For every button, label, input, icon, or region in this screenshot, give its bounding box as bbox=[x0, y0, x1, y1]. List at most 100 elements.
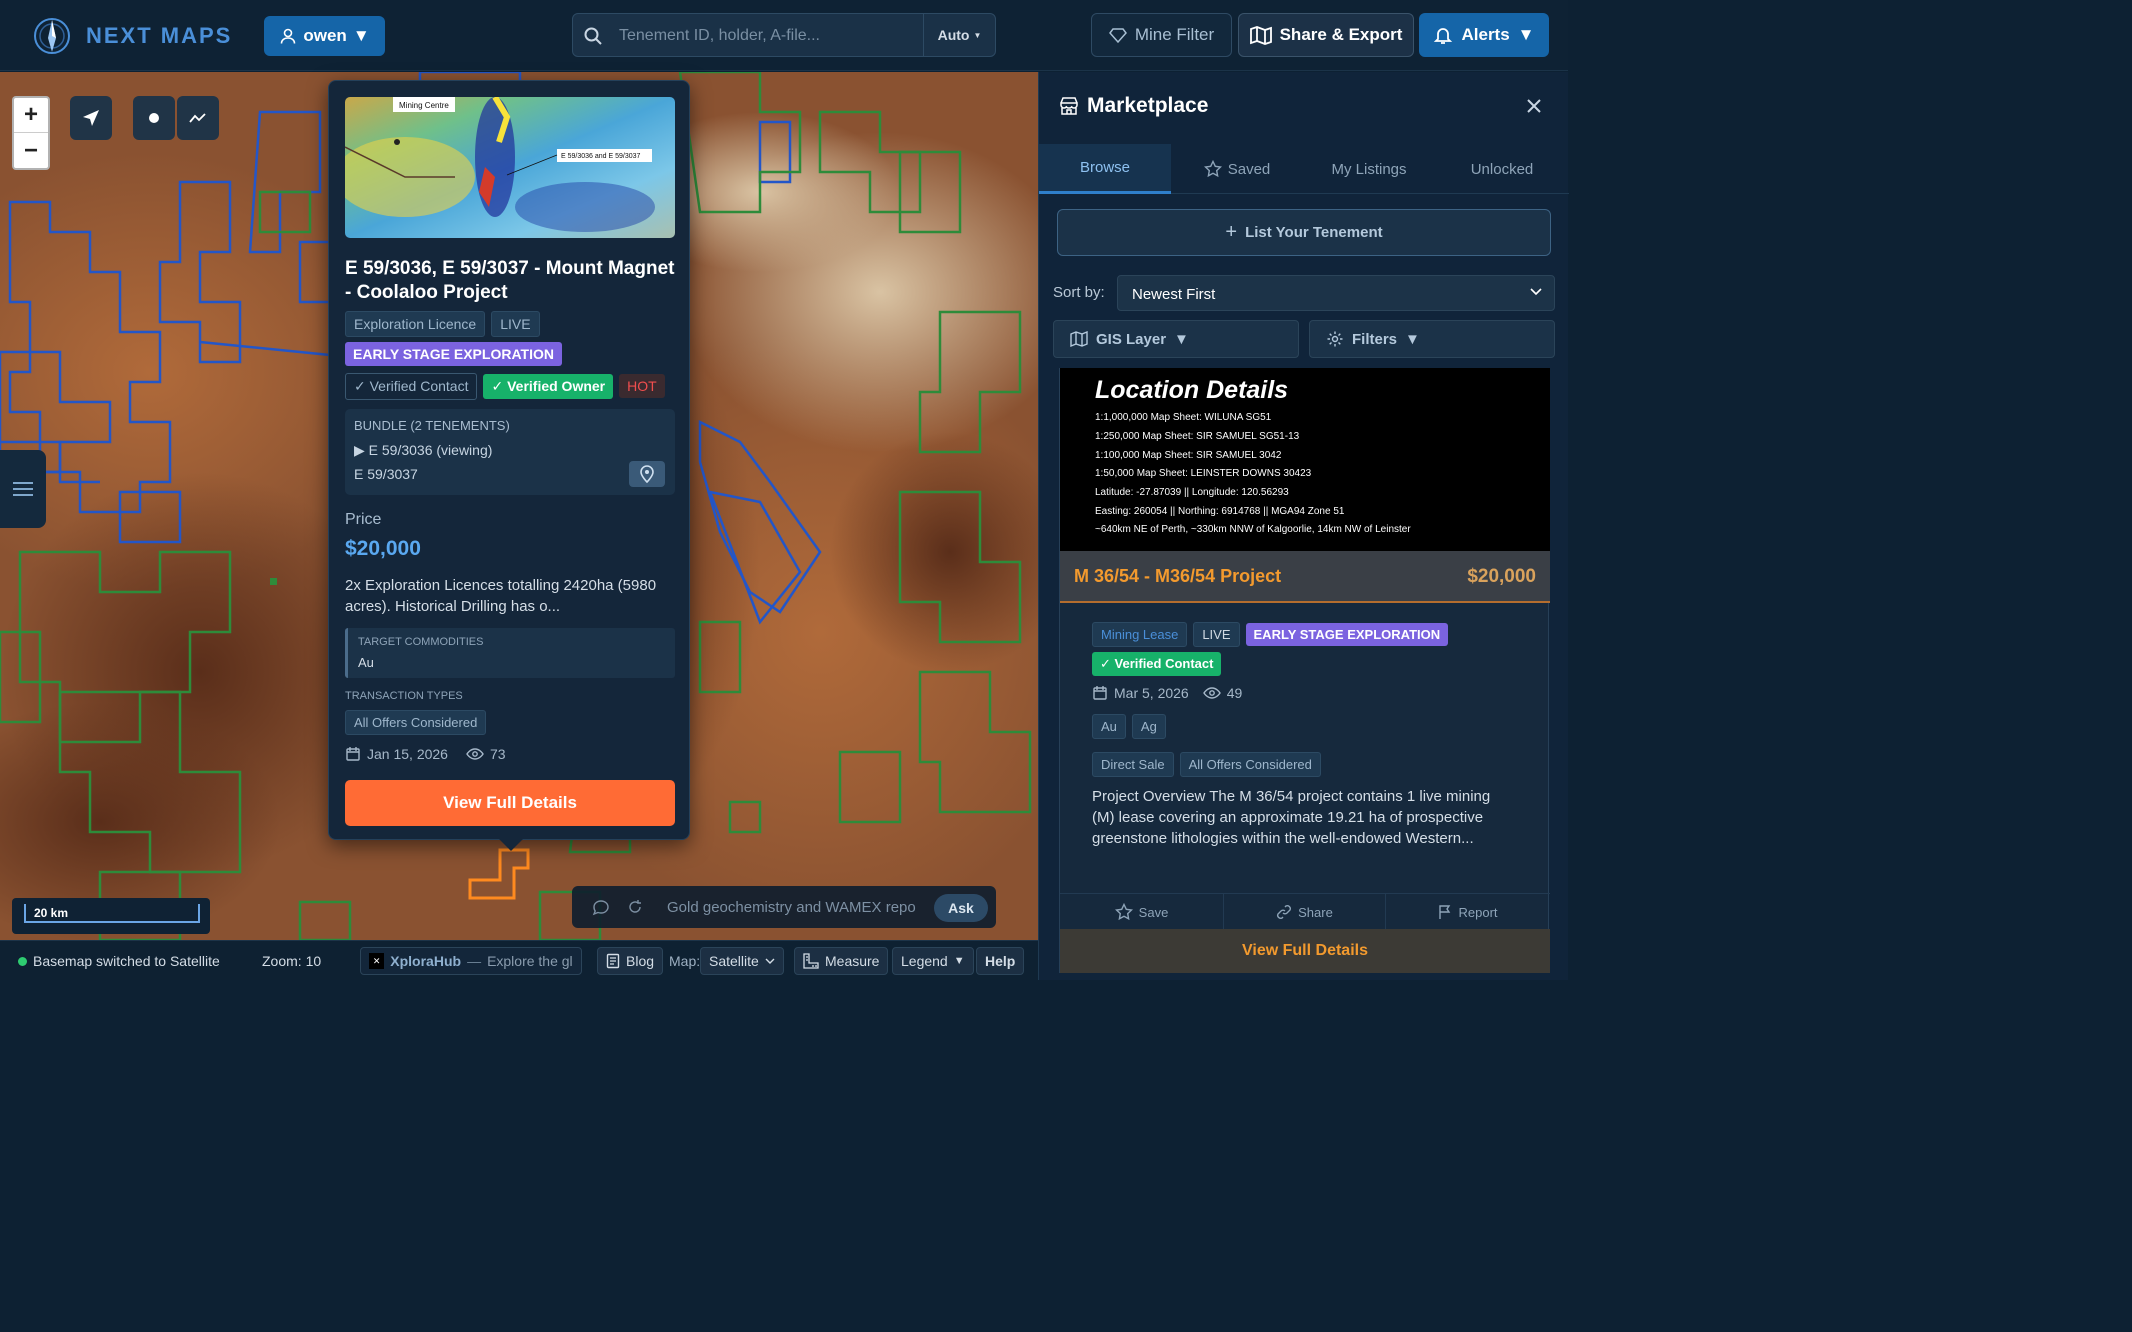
share-button[interactable]: Share bbox=[1223, 894, 1386, 930]
search-mode-select[interactable]: Auto ▼ bbox=[923, 14, 995, 56]
chevron-down-icon: ▼ bbox=[352, 26, 370, 45]
transaction-tag: All Offers Considered bbox=[1179, 752, 1321, 777]
share-label: Share bbox=[1298, 904, 1333, 920]
transaction-tag: All Offers Considered bbox=[345, 710, 487, 735]
filters-label: Filters bbox=[1352, 330, 1398, 348]
map-scale: 20 km bbox=[12, 898, 210, 934]
location-line: 1:250,000 Map Sheet: SIR SAMUEL SG51-13 bbox=[1095, 431, 1300, 442]
report-button[interactable]: Report bbox=[1386, 894, 1550, 930]
card-meta: Mar 5, 2026 49 bbox=[1092, 685, 1242, 701]
tab-browse[interactable]: Browse bbox=[1039, 144, 1171, 194]
filters-button[interactable]: Filters ▼ bbox=[1309, 320, 1555, 358]
share-export-button[interactable]: Share & Export bbox=[1238, 13, 1414, 57]
xplorahub-name: XploraHub bbox=[390, 953, 462, 969]
chevron-down-icon bbox=[1530, 288, 1542, 296]
verified-contact-badge: ✓ Verified Contact bbox=[1092, 652, 1222, 676]
bundle-box: BUNDLE (2 TENEMENTS) ▶ E 59/3036 (viewin… bbox=[345, 409, 675, 495]
location-details-image: Location Details 1:1,000,000 Map Sheet: … bbox=[1060, 368, 1550, 551]
link-icon bbox=[1277, 905, 1292, 919]
diamond-icon bbox=[1108, 28, 1127, 44]
listing-card[interactable]: Location Details 1:1,000,000 Map Sheet: … bbox=[1059, 368, 1550, 973]
help-button[interactable]: Help bbox=[976, 947, 1025, 975]
card-date: Mar 5, 2026 bbox=[1114, 685, 1189, 701]
list-tenement-button[interactable]: + List Your Tenement bbox=[1057, 209, 1551, 256]
search-input[interactable]: Tenement ID, holder, A-file... bbox=[619, 27, 820, 45]
logo-text: NEXT MAPS bbox=[86, 23, 233, 48]
location-details-heading: Location Details bbox=[1095, 376, 1289, 404]
measure-button[interactable]: Measure bbox=[794, 947, 889, 975]
draw-line-button[interactable] bbox=[177, 96, 219, 140]
view-full-details-button[interactable]: View Full Details bbox=[345, 780, 675, 826]
listing-tags: Exploration Licence LIVE bbox=[345, 311, 546, 337]
xplorahub-banner[interactable]: ✕ XploraHub — Explore the glob bbox=[360, 947, 582, 975]
bundle-item[interactable]: E 59/3037 bbox=[354, 466, 418, 482]
price-value: $20,000 bbox=[345, 537, 421, 560]
sort-select[interactable]: Newest First bbox=[1117, 275, 1555, 311]
bundle-item[interactable]: ▶ E 59/3036 (viewing) bbox=[354, 442, 492, 459]
status-tag: LIVE bbox=[1193, 622, 1240, 647]
gear-icon bbox=[1327, 331, 1343, 347]
magnetics-image: Mining Centre E 59/3036 and E 59/3037 bbox=[345, 97, 675, 238]
status-dot bbox=[18, 956, 27, 966]
card-view-details-button[interactable]: View Full Details bbox=[1060, 929, 1550, 973]
panel-title: Marketplace bbox=[1087, 94, 1209, 117]
zoom-in-button[interactable]: + bbox=[14, 98, 48, 133]
locate-button[interactable] bbox=[70, 96, 112, 140]
ask-button[interactable]: Ask bbox=[934, 894, 988, 922]
xplorahub-tagline: Explore the glob bbox=[487, 953, 573, 969]
card-title[interactable]: M 36/54 - M36/54 Project bbox=[1074, 566, 1281, 587]
menu-icon bbox=[13, 482, 33, 496]
verified-owner-badge: ✓ Verified Owner bbox=[483, 374, 614, 399]
card-title-bar: M 36/54 - M36/54 Project $20,000 bbox=[1060, 551, 1550, 603]
ask-input[interactable]: Gold geochemistry and WAMEX repo bbox=[667, 899, 919, 916]
tab-unlocked[interactable]: Unlocked bbox=[1435, 144, 1569, 194]
map-type-select[interactable]: Satellite bbox=[700, 947, 784, 975]
bundle-header: BUNDLE (2 TENEMENTS) bbox=[354, 418, 510, 433]
save-label: Save bbox=[1138, 904, 1169, 920]
compass-logo-icon bbox=[34, 18, 70, 54]
polyline-icon bbox=[189, 113, 206, 123]
share-export-label: Share & Export bbox=[1279, 25, 1403, 44]
zoom-out-button[interactable]: − bbox=[14, 133, 48, 168]
blog-button[interactable]: Blog bbox=[597, 947, 664, 975]
map-icon bbox=[1070, 331, 1088, 347]
refresh-icon[interactable] bbox=[627, 899, 643, 915]
alerts-button[interactable]: Alerts ▼ bbox=[1419, 13, 1549, 57]
zoom-level: Zoom: 10 bbox=[262, 953, 322, 969]
tenement-popup: Mining Centre E 59/3036 and E 59/3037 E … bbox=[328, 80, 690, 851]
calendar-icon bbox=[1093, 686, 1107, 700]
tab-saved[interactable]: Saved bbox=[1171, 144, 1303, 194]
tenement-map-thumbnail[interactable]: Mining Centre E 59/3036 and E 59/3037 bbox=[345, 97, 675, 238]
listing-description: 2x Exploration Licences totalling 2420ha… bbox=[345, 577, 657, 615]
scale-label: 20 km bbox=[34, 906, 69, 920]
map-pin-icon bbox=[640, 465, 654, 483]
card-actions: Save Share Report bbox=[1060, 893, 1550, 930]
listing-title: E 59/3036, E 59/3037 - Mount Magnet - Co… bbox=[345, 258, 675, 303]
save-button[interactable]: Save bbox=[1060, 894, 1223, 930]
close-icon[interactable] bbox=[1526, 98, 1542, 114]
chat-bubble-icon[interactable] bbox=[592, 899, 610, 917]
locate-tenement-button[interactable] bbox=[629, 461, 665, 487]
tab-my-listings[interactable]: My Listings bbox=[1303, 144, 1435, 194]
search-mode-value: Auto bbox=[937, 27, 970, 43]
mine-filter-button[interactable]: Mine Filter bbox=[1091, 13, 1232, 57]
search-icon bbox=[584, 27, 602, 45]
logo[interactable]: NEXT MAPS bbox=[32, 16, 232, 56]
stage-badge: EARLY STAGE EXPLORATION bbox=[345, 342, 562, 366]
draw-point-button[interactable] bbox=[133, 96, 175, 140]
tab-saved-label: Saved bbox=[1227, 160, 1271, 178]
mine-filter-label: Mine Filter bbox=[1134, 25, 1215, 44]
gis-layer-button[interactable]: GIS Layer ▼ bbox=[1053, 320, 1299, 358]
image-label-tenements: E 59/3036 and E 59/3037 bbox=[561, 153, 641, 160]
legend-button[interactable]: Legend ▼ bbox=[892, 947, 974, 975]
navigation-arrow-icon bbox=[83, 110, 99, 126]
commodities-box: TARGET COMMODITIES Au bbox=[345, 628, 675, 678]
dot-icon bbox=[149, 113, 159, 123]
user-menu-button[interactable]: owen ▼ bbox=[264, 16, 385, 56]
sidebar-toggle[interactable] bbox=[0, 450, 46, 528]
verified-contact-badge: ✓ Verified Contact bbox=[345, 373, 478, 400]
document-icon bbox=[606, 953, 620, 969]
xplorahub-logo-icon: ✕ bbox=[369, 953, 385, 969]
status-text: Basemap switched to Satellite bbox=[33, 953, 220, 969]
star-icon bbox=[1203, 160, 1222, 178]
